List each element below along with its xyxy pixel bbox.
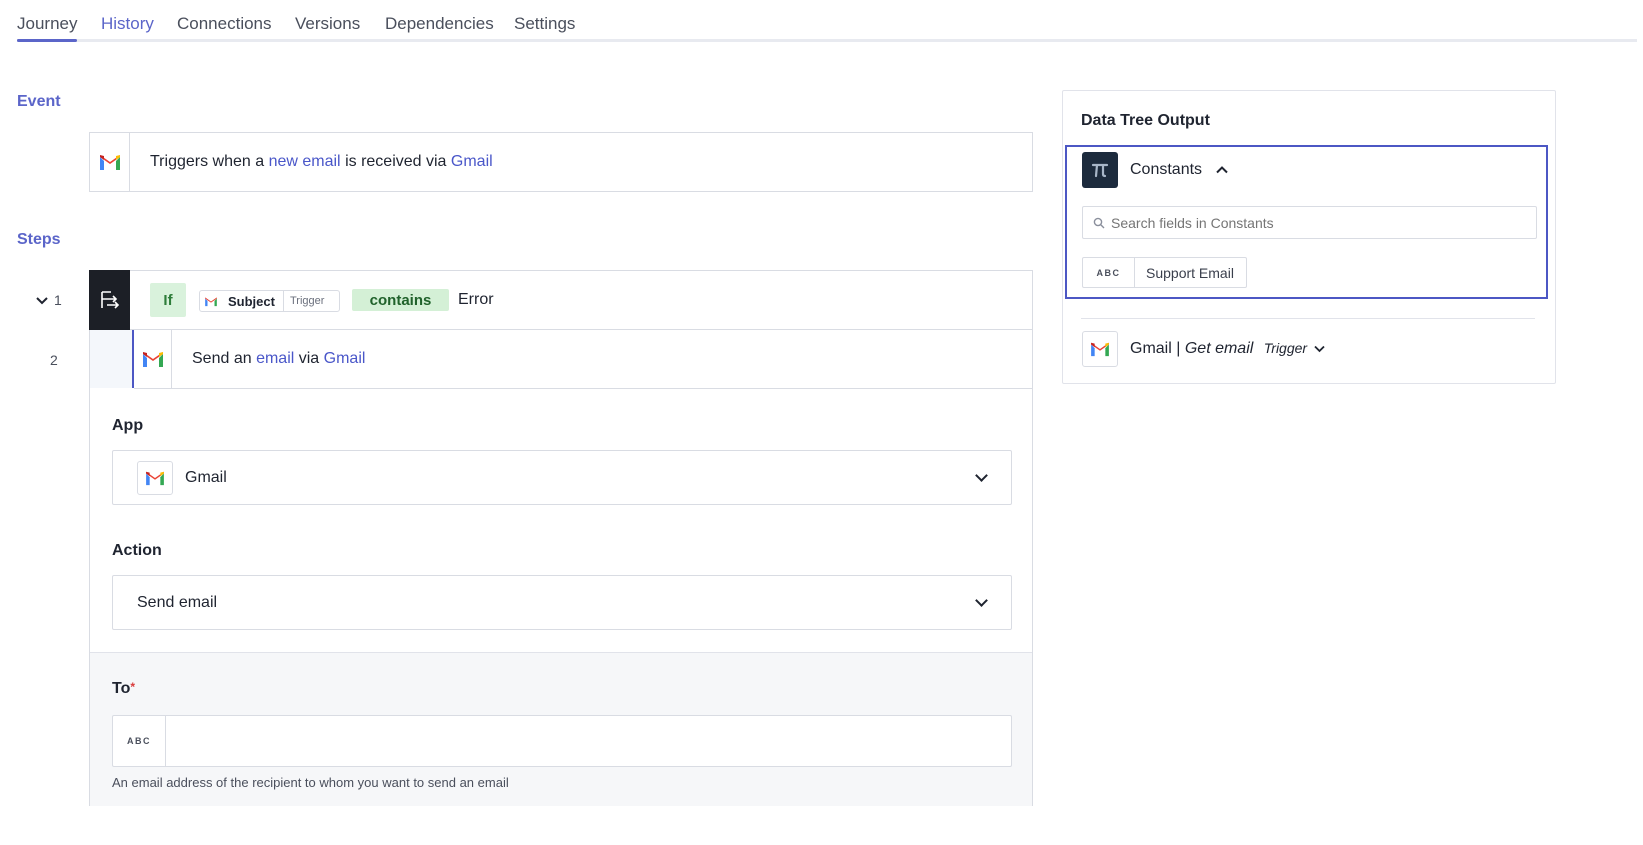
chevron-up-icon[interactable]: [1215, 166, 1228, 174]
gmail-source-app: Gmail: [1130, 340, 1172, 357]
to-field-label: To*: [112, 680, 135, 698]
step2-middle: via: [298, 350, 320, 367]
required-marker: *: [130, 680, 136, 694]
constants-search-wrapper[interactable]: [1082, 206, 1537, 239]
step1-number[interactable]: 1: [36, 292, 62, 308]
constants-search-input[interactable]: [1111, 207, 1531, 238]
if-pill: If: [150, 283, 186, 317]
tab-connections[interactable]: Connections: [177, 14, 272, 34]
action-field-label: Action: [112, 542, 162, 559]
chevron-down-icon[interactable]: [36, 296, 48, 306]
operator-contains-pill[interactable]: contains: [352, 289, 449, 311]
branch-condition-icon: [100, 291, 119, 309]
constant-type-badge: ABC: [1083, 258, 1135, 287]
tab-bar-track: [17, 39, 1637, 42]
chevron-down-icon[interactable]: [975, 594, 988, 607]
to-type-badge: ABC: [113, 716, 166, 766]
subject-field-label: Subject: [228, 293, 275, 309]
gmail-source-toggle[interactable]: Gmail | Get email Trigger: [1130, 340, 1325, 358]
event-link-gmail[interactable]: Gmail: [451, 153, 493, 170]
search-icon: [1093, 217, 1105, 229]
steps-section-label: Steps: [17, 231, 61, 248]
step2-gmail-cell: [134, 330, 172, 388]
tab-versions[interactable]: Versions: [295, 14, 360, 34]
data-tree-divider: [1081, 318, 1535, 319]
app-select[interactable]: Gmail: [112, 450, 1012, 505]
constants-toggle[interactable]: Constants: [1130, 161, 1228, 179]
gmail-icon: [146, 471, 164, 486]
event-gmail-cell: [90, 133, 130, 191]
data-tree-title: Data Tree Output: [1081, 112, 1210, 129]
chevron-down-icon[interactable]: [975, 469, 988, 482]
step2-link-email[interactable]: email: [256, 350, 294, 367]
step2-card: Send an email via Gmail App Gmail Action…: [89, 330, 1033, 806]
tab-dependencies[interactable]: Dependencies: [385, 14, 494, 34]
tab-journey[interactable]: Journey: [17, 14, 78, 42]
gmail-source-separator: |: [1176, 340, 1181, 357]
subject-field-tag: Trigger: [282, 291, 324, 311]
action-select-value: Send email: [137, 594, 218, 611]
gmail-icon: [142, 352, 163, 367]
tab-bar: Journey History Connections Versions Dep…: [17, 0, 1637, 42]
gmail-source-tag: Trigger: [1263, 340, 1308, 356]
step2-header-divider: [134, 388, 1032, 389]
event-section-label: Event: [17, 93, 61, 110]
event-link-new-email[interactable]: new email: [269, 153, 341, 170]
chevron-down-icon[interactable]: [1313, 345, 1325, 353]
app-gmail-cell: [137, 461, 173, 495]
to-help-text: An email address of the recipient to who…: [112, 775, 509, 790]
constants-label: Constants: [1130, 161, 1203, 178]
condition-value[interactable]: Error: [458, 291, 494, 309]
constant-item-label: Support Email: [1146, 264, 1234, 281]
tab-history[interactable]: History: [101, 14, 154, 34]
gmail-icon: [1091, 342, 1109, 357]
step2-prefix: Send an: [192, 350, 252, 367]
subject-field-chip[interactable]: Subject Trigger: [199, 290, 340, 312]
constants-group: Constants ABC Support Email: [1065, 145, 1548, 299]
tab-settings[interactable]: Settings: [514, 14, 575, 34]
event-prefix: Triggers when a: [150, 153, 265, 170]
step1-condition-cell: [89, 270, 130, 330]
gmail-icon: [99, 155, 120, 170]
to-section: To* ABC An email address of the recipien…: [90, 652, 1032, 806]
gmail-icon: [205, 296, 217, 306]
step1-card[interactable]: If Subject Trigger contains Error: [89, 270, 1033, 330]
gmail-source-action: Get email: [1184, 340, 1254, 357]
app-select-value: Gmail: [185, 469, 227, 486]
event-middle: is received via: [345, 153, 447, 170]
to-input-wrapper[interactable]: ABC: [112, 715, 1012, 767]
event-description: Triggers when a new email is received vi…: [150, 153, 493, 171]
action-select[interactable]: Send email: [112, 575, 1012, 630]
to-input[interactable]: [167, 716, 1011, 766]
constant-item-support-email[interactable]: ABC Support Email: [1082, 257, 1247, 288]
gmail-source-icon-cell: [1082, 331, 1118, 367]
step2-number: 2: [50, 352, 58, 368]
step2-description[interactable]: Send an email via Gmail: [192, 350, 365, 368]
step1-number-label: 1: [54, 292, 62, 308]
to-label-text: To: [112, 680, 131, 697]
pi-constants-icon: [1082, 152, 1118, 188]
step2-link-gmail[interactable]: Gmail: [324, 350, 366, 367]
step2-indent: [90, 330, 132, 388]
event-card[interactable]: Triggers when a new email is received vi…: [89, 132, 1033, 192]
app-field-label: App: [112, 417, 144, 434]
